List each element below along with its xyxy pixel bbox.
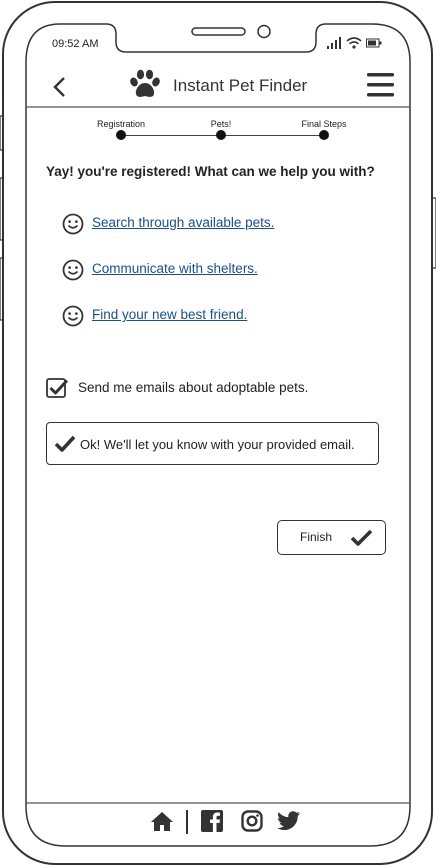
finish-button[interactable]: Finish xyxy=(277,520,386,555)
back-chevron-icon[interactable] xyxy=(52,76,68,98)
finish-button-label: Finish xyxy=(300,530,333,544)
facebook-icon[interactable] xyxy=(201,810,223,832)
battery-icon xyxy=(366,38,382,48)
wifi-icon xyxy=(346,37,362,49)
confirmation-text: Ok! We'll let you know with your provide… xyxy=(80,437,355,452)
link-communicate-shelters[interactable]: Communicate with shelters. xyxy=(92,261,258,276)
email-checkbox[interactable] xyxy=(46,377,70,399)
checkmark-icon xyxy=(54,435,76,452)
app-title: Instant Pet Finder xyxy=(173,76,308,95)
link-find-best-friend[interactable]: Find your new best friend. xyxy=(92,307,247,322)
confirmation-message: Ok! We'll let you know with your provide… xyxy=(46,422,379,465)
smiley-icon xyxy=(62,259,84,281)
hamburger-menu-icon[interactable] xyxy=(366,72,396,98)
status-time: 09:52 AM xyxy=(52,38,99,50)
smiley-icon xyxy=(62,213,84,235)
signal-icon xyxy=(327,37,341,49)
link-search-pets[interactable]: Search through available pets. xyxy=(92,215,274,230)
home-icon[interactable] xyxy=(150,810,174,832)
paw-icon xyxy=(130,69,160,97)
email-checkbox-label: Send me emails about adoptable pets. xyxy=(78,380,309,395)
footer-divider xyxy=(186,810,188,834)
instagram-icon[interactable] xyxy=(241,810,263,832)
page-heading: Yay! you're registered! What can we help… xyxy=(46,164,375,179)
twitter-icon[interactable] xyxy=(277,811,301,831)
smiley-icon xyxy=(62,305,84,327)
checkmark-icon xyxy=(350,529,373,546)
